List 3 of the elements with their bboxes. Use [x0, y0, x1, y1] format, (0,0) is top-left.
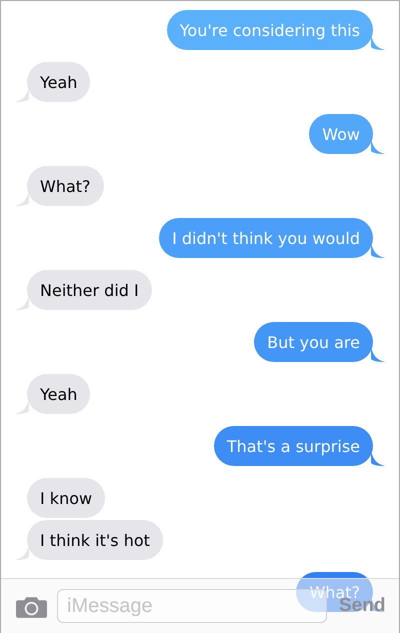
camera-icon[interactable] [16, 594, 47, 618]
message-field[interactable]: iMessage [57, 589, 327, 623]
message-bubble: I know [27, 478, 106, 518]
